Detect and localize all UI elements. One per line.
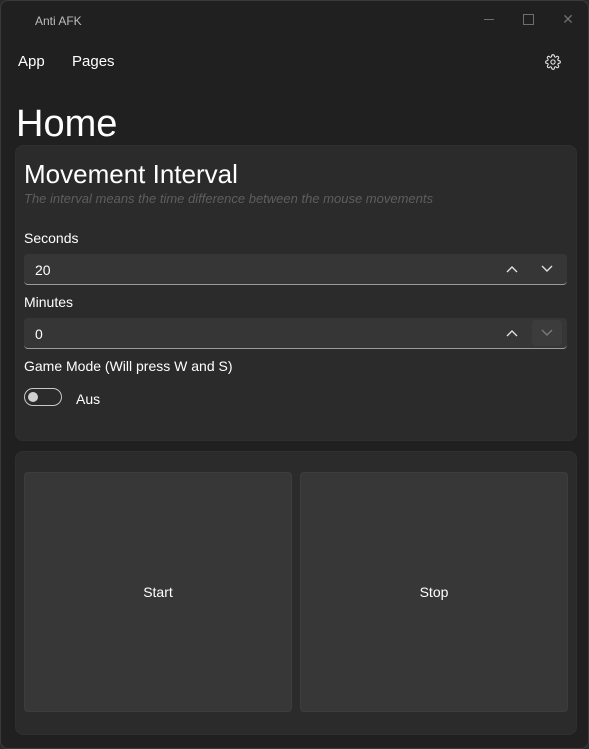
chevron-down-icon	[541, 329, 553, 336]
page-title: Home	[16, 103, 118, 145]
minimize-button[interactable]	[475, 7, 503, 31]
game-mode-state: Aus	[76, 391, 101, 407]
menu-item-pages[interactable]: Pages	[72, 53, 115, 70]
maximize-button[interactable]	[514, 7, 542, 31]
section-description: The interval means the time difference b…	[24, 191, 433, 206]
movement-interval-card: Movement Interval The interval means the…	[15, 145, 577, 441]
seconds-label: Seconds	[24, 230, 79, 246]
close-button[interactable]: ✕	[554, 7, 582, 31]
stop-button[interactable]: Stop	[300, 472, 568, 712]
window-title: Anti AFK	[35, 14, 82, 28]
app-window: Anti AFK ✕ App Pages Home Movement Inter…	[0, 0, 589, 749]
seconds-increment-button[interactable]	[497, 256, 527, 282]
section-title: Movement Interval	[24, 159, 238, 189]
seconds-number-box[interactable]: 20	[24, 254, 567, 285]
seconds-value[interactable]: 20	[35, 262, 51, 278]
toggle-knob	[28, 392, 38, 402]
minutes-increment-button[interactable]	[497, 320, 527, 346]
actions-card: Start Stop	[15, 451, 577, 735]
minutes-decrement-button[interactable]	[532, 320, 562, 346]
close-icon: ✕	[562, 10, 574, 27]
seconds-decrement-button[interactable]	[532, 256, 562, 282]
settings-button[interactable]	[541, 51, 565, 73]
game-mode-toggle[interactable]	[24, 388, 62, 406]
minutes-value[interactable]: 0	[35, 326, 43, 342]
chevron-up-icon	[506, 266, 518, 273]
game-mode-label: Game Mode (Will press W and S)	[24, 358, 233, 374]
gear-icon	[545, 54, 561, 70]
minutes-label: Minutes	[24, 294, 74, 310]
chevron-up-icon	[506, 330, 518, 337]
menu-item-app[interactable]: App	[18, 53, 45, 70]
title-bar[interactable]: Anti AFK ✕	[1, 1, 588, 39]
menu-bar: App Pages	[1, 45, 588, 79]
start-button[interactable]: Start	[24, 472, 292, 712]
maximize-icon	[522, 13, 534, 25]
minutes-number-box[interactable]: 0	[24, 318, 567, 349]
chevron-down-icon	[541, 265, 553, 272]
minimize-icon	[484, 18, 494, 20]
